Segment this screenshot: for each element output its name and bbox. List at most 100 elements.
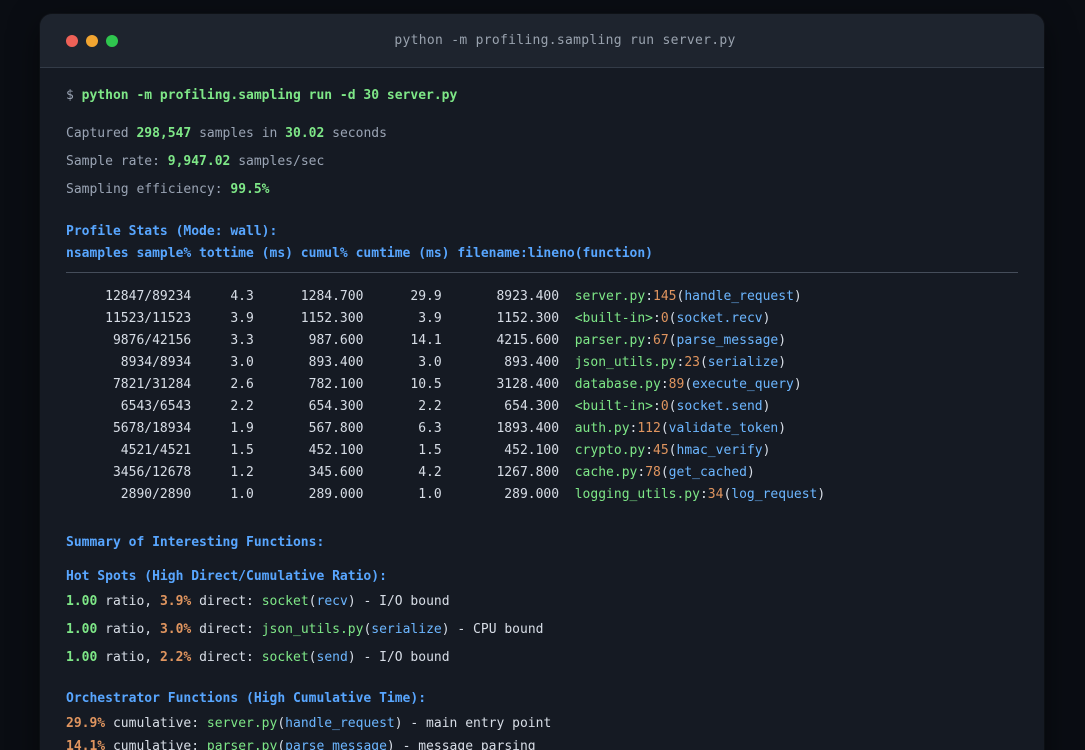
- text-segment: samples/sec: [230, 154, 325, 169]
- text-segment: - I/O bound: [355, 594, 450, 609]
- text-segment: logging_utils.py: [574, 487, 700, 502]
- text-segment: (: [668, 311, 677, 326]
- text-segment: direct:: [191, 594, 262, 609]
- text-segment: 3.0%: [159, 622, 192, 637]
- hot-spots-list: 1.00 ratio, 3.9% direct: socket(recv) - …: [66, 592, 1018, 668]
- orchestrators-list: 29.9% cumulative: server.py(handle_reque…: [66, 714, 1018, 750]
- text-segment: 2890/2890 1.0 289.000 1.0 289.000: [66, 487, 575, 502]
- text-segment: 0: [660, 399, 669, 414]
- text-segment: log_request: [731, 487, 818, 502]
- text-segment: ratio,: [97, 622, 160, 637]
- text-segment: serialize: [707, 355, 779, 370]
- capture-stat-line: Sampling efficiency: 99.5%: [66, 180, 1018, 200]
- text-segment: 0: [660, 311, 669, 326]
- text-segment: parse_message: [285, 739, 387, 750]
- text-segment: parse_message: [676, 333, 779, 348]
- text-segment: (: [699, 355, 708, 370]
- text-segment: :: [660, 377, 669, 392]
- text-segment: cache.py: [574, 465, 638, 480]
- text-segment: - main entry point: [402, 716, 552, 731]
- command-line: $ python -m profiling.sampling run -d 30…: [66, 86, 1018, 106]
- text-segment: 29.9%: [66, 716, 106, 731]
- capture-stat-line: Captured 298,547 samples in 30.02 second…: [66, 124, 1018, 144]
- text-segment: (: [660, 421, 669, 436]
- text-segment: socket.recv: [676, 311, 763, 326]
- text-segment: 9,947.02: [167, 154, 231, 169]
- text-segment: 298,547: [136, 126, 192, 141]
- orchestrator-line: 14.1% cumulative: parser.py(parse_messag…: [66, 737, 1018, 750]
- text-segment: get_cached: [668, 465, 747, 480]
- text-segment: 12847/89234 4.3 1284.700 29.9 8923.400: [66, 289, 575, 304]
- text-segment: (: [277, 716, 286, 731]
- text-segment: (: [668, 333, 677, 348]
- hot-spot-line: 1.00 ratio, 3.9% direct: socket(recv) - …: [66, 592, 1018, 612]
- text-segment: ): [746, 465, 755, 480]
- orchestrator-line: 29.9% cumulative: server.py(handle_reque…: [66, 714, 1018, 734]
- orchestrators-title: Orchestrator Functions (High Cumulative …: [66, 691, 427, 706]
- hot-spot-line: 1.00 ratio, 3.0% direct: json_utils.py(s…: [66, 620, 1018, 640]
- text-segment: 78: [645, 465, 661, 480]
- text-segment: ratio,: [97, 650, 160, 665]
- profile-row: 3456/12678 1.2 345.600 4.2 1267.800 cach…: [66, 462, 1018, 484]
- text-segment: cumulative:: [105, 739, 207, 750]
- text-segment: cumulative:: [105, 716, 207, 731]
- text-segment: :: [653, 399, 661, 414]
- profile-row: 6543/6543 2.2 654.300 2.2 654.300 <built…: [66, 396, 1018, 418]
- text-segment: 112: [637, 421, 661, 436]
- text-segment: json_utils.py: [261, 622, 364, 637]
- close-button-icon[interactable]: [66, 34, 78, 47]
- profile-row: 11523/11523 3.9 1152.300 3.9 1152.300 <b…: [66, 308, 1018, 330]
- text-segment: - message parsing: [394, 739, 536, 750]
- window-controls: [66, 34, 126, 47]
- text-segment: :: [699, 487, 708, 502]
- summary-title: Summary of Interesting Functions:: [66, 535, 325, 550]
- text-segment: crypto.py: [574, 443, 646, 458]
- terminal-output: $ python -m profiling.sampling run -d 30…: [40, 86, 1044, 750]
- text-segment: <built-in>: [574, 399, 654, 414]
- text-segment: :: [645, 333, 654, 348]
- text-segment: direct:: [191, 622, 262, 637]
- text-segment: ): [347, 594, 356, 609]
- hot-spot-line: 1.00 ratio, 2.2% direct: socket(send) - …: [66, 648, 1018, 668]
- profile-row: 12847/89234 4.3 1284.700 29.9 8923.400 s…: [66, 286, 1018, 308]
- profile-table-rows: 12847/89234 4.3 1284.700 29.9 8923.400 s…: [66, 273, 1018, 506]
- text-segment: (: [308, 650, 317, 665]
- text-segment: Captured: [66, 126, 137, 141]
- text-segment: 14.1%: [66, 739, 106, 750]
- text-segment: 1.00: [66, 650, 98, 665]
- text-segment: handle_request: [684, 289, 794, 304]
- profile-row: 2890/2890 1.0 289.000 1.0 289.000 loggin…: [66, 484, 1018, 506]
- capture-stats: Captured 298,547 samples in 30.02 second…: [66, 124, 1018, 200]
- text-segment: ): [817, 487, 826, 502]
- text-segment: 11523/11523 3.9 1152.300 3.9 1152.300: [66, 311, 575, 326]
- text-segment: serialize: [371, 622, 442, 637]
- text-segment: ): [386, 739, 395, 750]
- text-segment: ): [762, 399, 771, 414]
- text-segment: ): [793, 289, 802, 304]
- text-segment: database.py: [574, 377, 661, 392]
- text-segment: :: [637, 465, 646, 480]
- text-segment: :: [653, 311, 661, 326]
- text-segment: ): [778, 355, 787, 370]
- text-segment: validate_token: [668, 421, 779, 436]
- text-segment: handle_request: [285, 716, 395, 731]
- maximize-button-icon[interactable]: [106, 34, 118, 47]
- text-segment: (: [660, 465, 669, 480]
- text-segment: auth.py: [574, 421, 630, 436]
- text-segment: 34: [707, 487, 724, 502]
- text-segment: 89: [668, 377, 685, 392]
- text-segment: Sampling efficiency:: [66, 182, 231, 197]
- text-segment: <built-in>: [574, 311, 654, 326]
- text-segment: ): [347, 650, 356, 665]
- text-segment: (: [277, 739, 286, 750]
- text-segment: server.py: [574, 289, 646, 304]
- text-segment: send: [316, 650, 348, 665]
- minimize-button-icon[interactable]: [86, 34, 98, 47]
- profile-table-header: nsamples sample% tottime (ms) cumul% cum…: [66, 246, 653, 261]
- terminal-window: python -m profiling.sampling run server.…: [40, 14, 1044, 750]
- text-segment: ratio,: [97, 594, 160, 609]
- text-segment: 7821/31284 2.6 782.100 10.5 3128.400: [66, 377, 575, 392]
- profile-row: 5678/18934 1.9 567.800 6.3 1893.400 auth…: [66, 418, 1018, 440]
- text-segment: (: [308, 594, 317, 609]
- text-segment: ): [441, 622, 450, 637]
